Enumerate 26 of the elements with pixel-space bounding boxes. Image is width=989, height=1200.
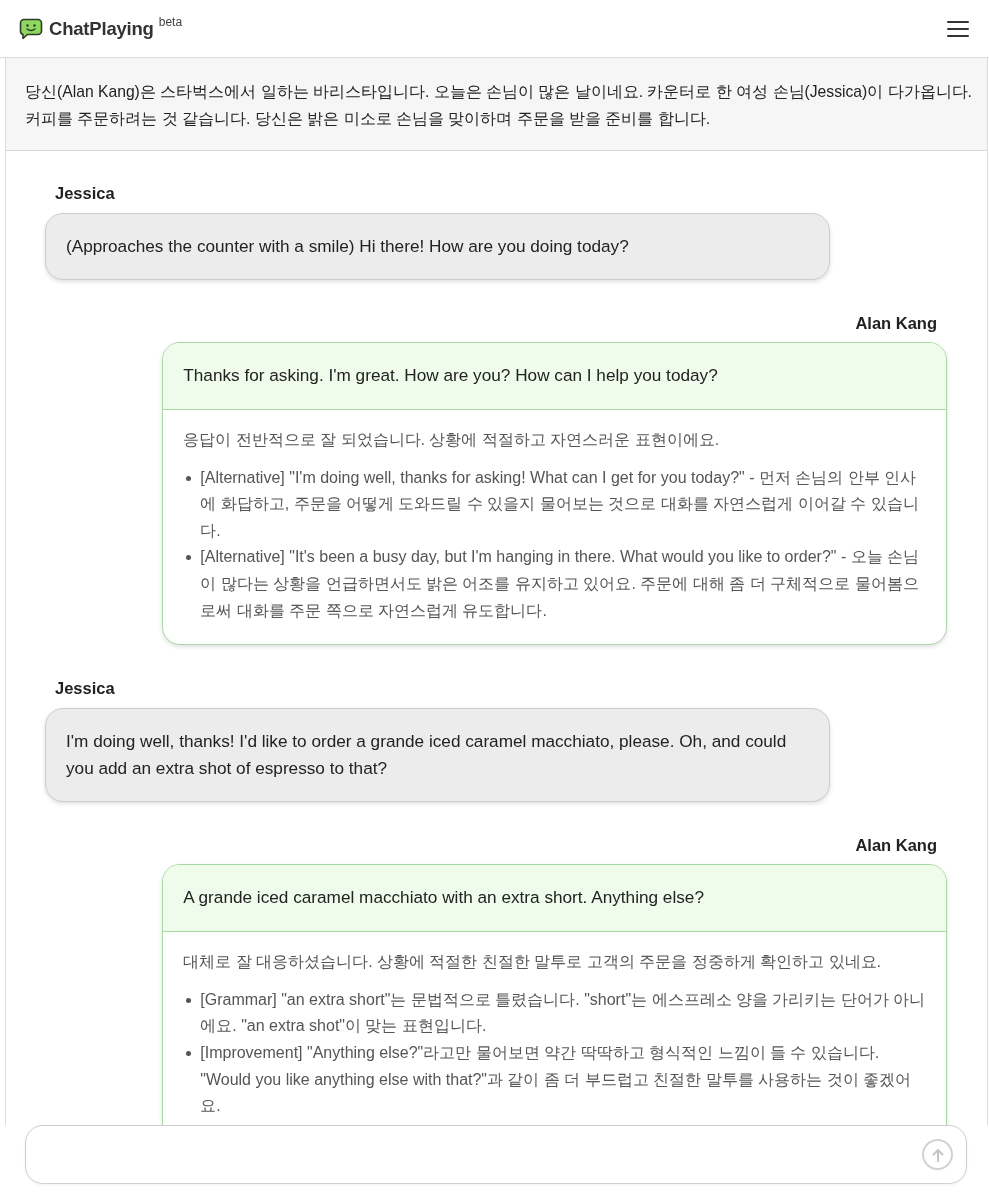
feedback-summary: 응답이 전반적으로 잘 되었습니다. 상황에 적절하고 자연스러운 표현이에요. [183,430,721,450]
reply-text: Thanks for asking. I'm great. How are you? How can I help you today? [163,343,946,410]
speaker-name: Jessica [55,678,115,700]
smiling-chat-bubble-icon [19,17,43,40]
feedback-summary: 대체로 잘 대응하셨습니다. 상황에 적절한 친절한 말투로 고객의 주문을 정중하게 확인하고 있네요. [183,952,883,973]
bullet-icon [186,555,192,561]
reply-text: A grande iced caramel macchiato with an extra short. Anything else? [163,865,946,933]
message-bubble: (Approaches the counter with a smile) Hi there! How are you doing today? [45,213,830,280]
bullet-icon [186,475,192,481]
menu-button[interactable] [947,20,969,37]
beta-label: beta [158,15,183,28]
scenario-description: 당신(Alan Kang)은 스타벅스에서 일하는 바리스타입니다. 오늘은 손님이 많은 날이네요. 카운터로 한 여성 손님(Jessica)이 다가옵니다. 커피를 주문하려는 것 같습니다. 당신은 밝은 미소로 손님을 맞이하며 주문을 받을 준비를 합니다. [6,58,987,151]
menu-icon [947,20,969,37]
feedback-item: [Alternative] "I'm doing well, thanks for asking! What can I get for you today?" - 먼저 손님의 안부 인사에 화답하고, 주문을 어떻게 도와드릴 수 있을지 물어보는 것으로 대화를 자연스럽게 이어갈 수 있습니다. [200,467,920,541]
feedback-item: [Alternative] "It's been a busy day, but I'm hanging in there. What would you like to order?" - 오늘 손님이 많다는 상황을 언급하면서도 밝은 어조를 유지하고 있어요. 주문에 대해 좀 더 구체적으로 물어봄으로써 대화를 주문 쪽으로 자연스럽게 유도합니다. [200,547,921,621]
speaker-name: Alan Kang [855,313,937,334]
arrow-up-icon [931,1147,944,1162]
bullet-icon [186,997,192,1003]
speaker-name: Jessica [55,183,115,204]
feedback-item: [Improvement] "Anything else?"라고만 물어보면 약간 딱딱하고 형식적인 느낌이 들 수 있습니다. "Would you like anything else with that?"과 같이 좀 더 부드럽고 친절한 말투를 사용하는 것이 좋겠어요. [200,1042,913,1117]
brand-name: ChatPlaying [49,17,154,40]
speaker-name: Alan Kang [855,835,937,857]
feedback-item: [Grammar] "an extra short"는 문법적으로 틀렸습니다. "short"는 에스프레소 양을 가리키는 단어가 아니에요. "an extra shot"이 맞는 표현입니다. [200,989,926,1037]
bullet-icon [186,1050,192,1056]
message-input[interactable] [25,1125,967,1184]
message-bubble: I'm doing well, thanks! I'd like to order a grande iced caramel macchiato, please. Oh, and could you add an extra shot of espresso to that? [45,708,830,803]
